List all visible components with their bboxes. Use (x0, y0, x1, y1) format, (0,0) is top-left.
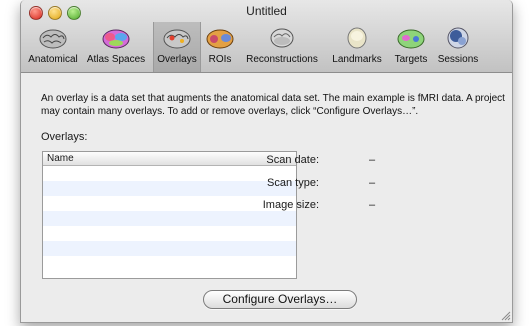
brain-gray-icon (39, 29, 67, 49)
scan-type-value: – (369, 177, 376, 189)
table-row[interactable] (43, 181, 296, 196)
table-row[interactable] (43, 241, 296, 256)
scan-date-label: Scan date: (266, 154, 319, 166)
name-column-header[interactable]: Name (43, 152, 296, 166)
tab-targets[interactable]: Targets (389, 22, 433, 72)
scan-type-label: Scan type: (267, 177, 319, 189)
overlay-description: An overlay is a data set that augments t… (41, 93, 505, 117)
tab-label: Overlays (157, 54, 197, 65)
overlays-section-label: Overlays: (41, 131, 88, 143)
tab-landmarks[interactable]: Landmarks (327, 22, 387, 72)
table-row[interactable] (43, 196, 296, 211)
tab-label: ROIs (208, 54, 232, 65)
brain-rois-icon (206, 29, 234, 49)
table-row[interactable] (43, 226, 296, 241)
tab-overlays[interactable]: Overlays (153, 22, 201, 72)
scan-date-value: – (369, 154, 376, 166)
table-row[interactable] (43, 211, 296, 226)
resize-grip-icon[interactable] (500, 310, 511, 321)
table-row[interactable] (43, 166, 296, 181)
head-landmarks-icon (347, 27, 367, 49)
tab-label: Reconstructions (246, 54, 318, 65)
table-row[interactable] (43, 256, 296, 271)
overlays-table[interactable]: Name (42, 151, 297, 279)
brain-reconstruction-icon (270, 28, 294, 48)
tab-anatomical[interactable]: Anatomical (27, 22, 79, 72)
toolbar: Anatomical Atlas Spaces Overlays ROIs Re… (21, 22, 512, 72)
tab-label: Targets (394, 54, 428, 65)
tab-label: Atlas Spaces (86, 54, 146, 65)
tab-label: Anatomical (28, 54, 78, 65)
brain-overlay-icon (163, 29, 191, 49)
brain-targets-icon (397, 29, 425, 49)
image-size-value: – (369, 199, 376, 211)
configure-overlays-button[interactable]: Configure Overlays… (203, 290, 357, 309)
window-title: Untitled (246, 4, 287, 18)
tab-label: Landmarks (332, 54, 382, 65)
brain-colored-icon (102, 29, 130, 49)
tab-reconstructions[interactable]: Reconstructions (239, 22, 325, 72)
title-toolbar-area: Untitled Anatomical Atlas Spaces Overlay… (21, 0, 512, 73)
tab-sessions[interactable]: Sessions (433, 22, 483, 72)
tab-rois[interactable]: ROIs (203, 22, 237, 72)
tab-atlas-spaces[interactable]: Atlas Spaces (81, 22, 151, 72)
head-sessions-icon (447, 27, 469, 49)
app-window: Untitled Anatomical Atlas Spaces Overlay… (20, 0, 513, 323)
image-size-label: Image size: (262, 199, 319, 211)
tab-label: Sessions (437, 54, 479, 65)
